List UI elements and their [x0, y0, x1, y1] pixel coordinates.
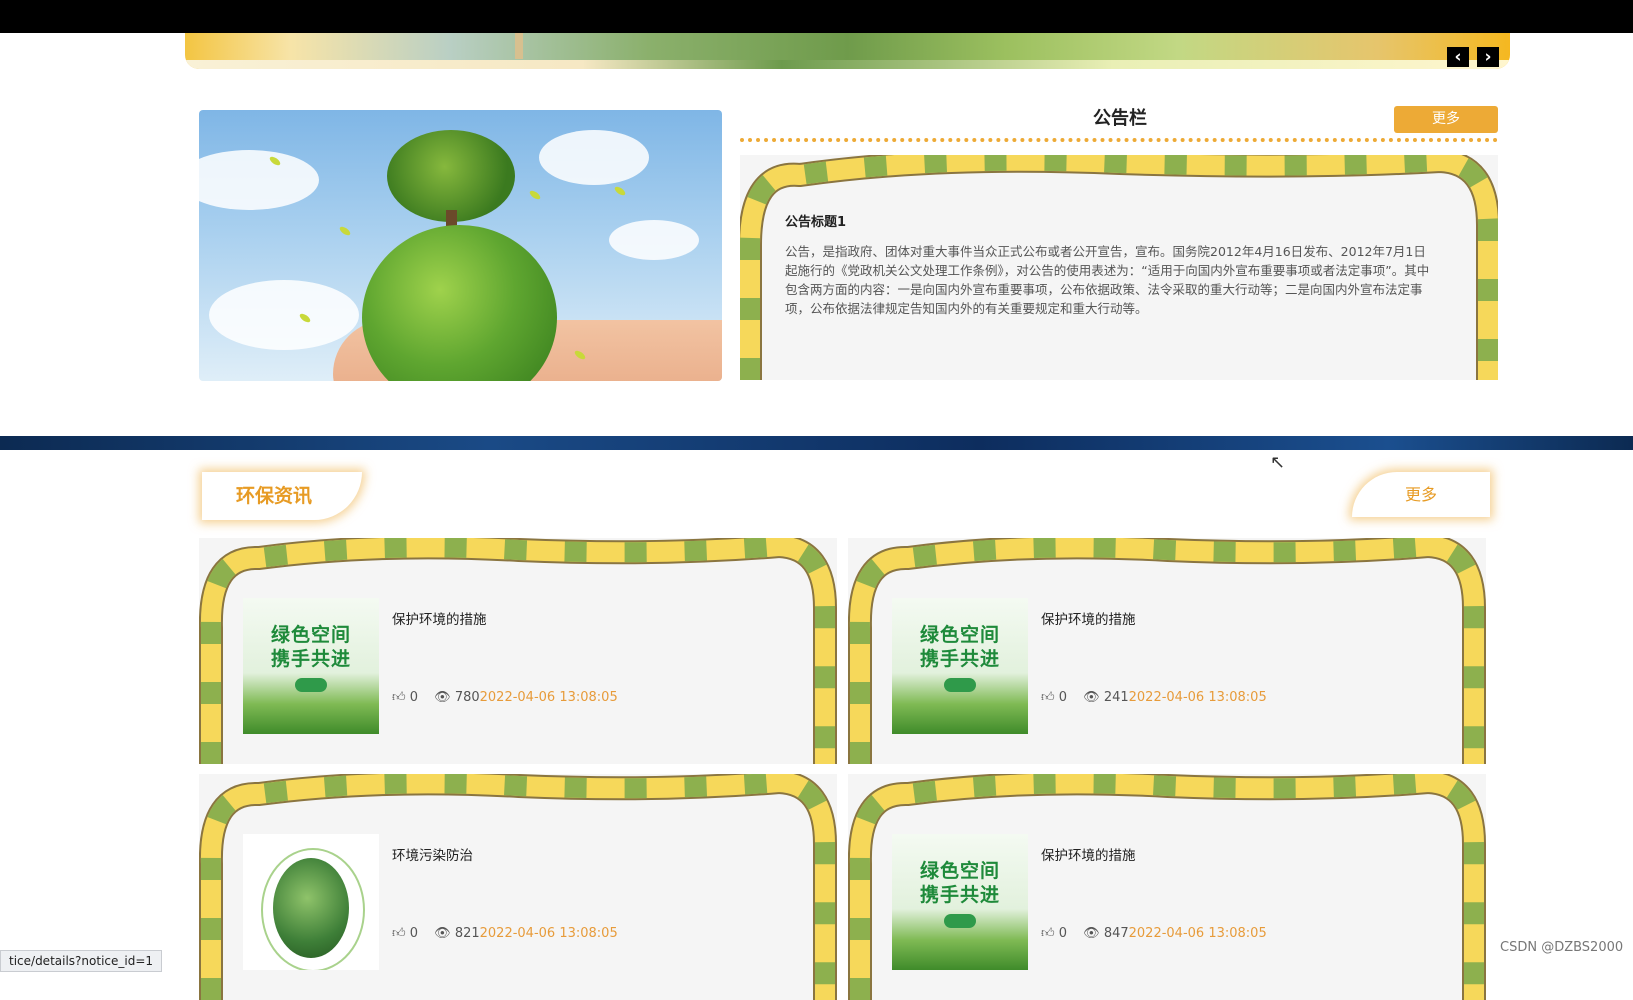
chevron-left-icon: ‹	[1454, 47, 1462, 67]
news-meta: 👍︎ 0 👁︎ 8472022-04-06 13:08:05	[1041, 926, 1267, 941]
bicycle-icon	[944, 678, 976, 692]
poster-line-2: 携手共进	[919, 884, 1000, 906]
notice-divider	[740, 138, 1498, 142]
like-count: 0	[1058, 926, 1068, 941]
eye-icon: 👁︎	[434, 926, 451, 941]
top-bar	[0, 0, 1633, 33]
news-meta: 👍︎ 0 👁︎ 2412022-04-06 13:08:05	[1041, 690, 1267, 705]
news-date: 2022-04-06 13:08:05	[1128, 690, 1267, 705]
earth-icon	[273, 858, 349, 958]
news-thumbnail[interactable]: 绿色空间 携手共进	[892, 834, 1028, 970]
news-card[interactable]: 绿色空间 携手共进 保护环境的措施 👍︎ 0 👁︎ 2412022-04-06 …	[848, 538, 1486, 764]
like-count: 0	[409, 926, 419, 941]
news-thumbnail[interactable]	[243, 834, 379, 970]
news-section-title: 环保资讯	[202, 472, 362, 520]
news-card[interactable]: 绿色空间 携手共进 保护环境的措施 👍︎ 0 👁︎ 8472022-04-06 …	[848, 774, 1486, 1000]
news-date: 2022-04-06 13:08:05	[479, 926, 618, 941]
poster-line-1: 绿色空间	[919, 624, 1000, 646]
news-title[interactable]: 保护环境的措施	[392, 608, 487, 628]
bicycle-icon	[295, 678, 327, 692]
poster-line-2: 携手共进	[270, 648, 351, 670]
thumbs-up-icon: 👍︎	[392, 926, 406, 941]
news-meta: 👍︎ 0 👁︎ 8212022-04-06 13:08:05	[392, 926, 618, 941]
view-count: 847	[1103, 926, 1129, 941]
notice-board-title: 公告栏	[1093, 108, 1147, 129]
poster-line-2: 携手共进	[919, 648, 1000, 670]
thumbs-up-icon: 👍︎	[1041, 690, 1055, 705]
like-count: 0	[409, 690, 419, 705]
news-card[interactable]: 绿色空间 携手共进 保护环境的措施 👍︎ 0 👁︎ 7802022-04-06 …	[199, 538, 837, 764]
thumbs-up-icon: 👍︎	[1041, 926, 1055, 941]
eye-icon: 👁︎	[1083, 926, 1100, 941]
eye-icon: 👁︎	[1083, 690, 1100, 705]
poster-line-1: 绿色空间	[270, 624, 351, 646]
news-date: 2022-04-06 13:08:05	[1128, 926, 1267, 941]
carousel-decoration	[515, 33, 523, 59]
news-date: 2022-04-06 13:08:05	[479, 690, 618, 705]
browser-status-url: tice/details?notice_id=1	[0, 950, 163, 972]
notice-item-title[interactable]: 公告标题1	[785, 211, 846, 230]
news-title[interactable]: 保护环境的措施	[1041, 608, 1136, 628]
news-thumbnail[interactable]: 绿色空间 携手共进	[892, 598, 1028, 734]
view-count: 821	[454, 926, 480, 941]
news-title[interactable]: 保护环境的措施	[1041, 844, 1136, 864]
view-count: 241	[1103, 690, 1129, 705]
carousel-band	[185, 60, 1510, 69]
view-count: 780	[454, 690, 480, 705]
chevron-right-icon: ›	[1484, 47, 1492, 67]
carousel-prev-button[interactable]: ‹	[1447, 47, 1469, 67]
like-count: 0	[1058, 690, 1068, 705]
news-meta: 👍︎ 0 👁︎ 7802022-04-06 13:08:05	[392, 690, 618, 705]
thumbs-up-icon: 👍︎	[392, 690, 406, 705]
bicycle-icon	[944, 914, 976, 928]
watermark: CSDN @DZBS2000	[1500, 940, 1624, 955]
notice-more-button[interactable]: 更多	[1394, 106, 1498, 133]
eye-icon: 👁︎	[434, 690, 451, 705]
news-thumbnail[interactable]: 绿色空间 携手共进	[243, 598, 379, 734]
mouse-cursor-icon: ↖	[1270, 452, 1286, 473]
notice-item-body: 公告，是指政府、团体对重大事件当众正式公布或者公开宣告，宣布。国务院2012年4…	[785, 244, 1430, 316]
news-card[interactable]: 环境污染防治 👍︎ 0 👁︎ 8212022-04-06 13:08:05	[199, 774, 837, 1000]
news-more-button[interactable]: 更多	[1352, 472, 1490, 517]
poster-line-1: 绿色空间	[919, 860, 1000, 882]
banner-carousel[interactable]: ‹ ›	[185, 33, 1510, 69]
news-title[interactable]: 环境污染防治	[392, 844, 473, 864]
section-divider	[0, 436, 1633, 450]
notice-card[interactable]: 公告标题1 公告，是指政府、团体对重大事件当众正式公布或者公开宣告，宣布。国务院…	[740, 155, 1498, 380]
hero-image	[199, 110, 722, 381]
carousel-next-button[interactable]: ›	[1477, 47, 1499, 67]
